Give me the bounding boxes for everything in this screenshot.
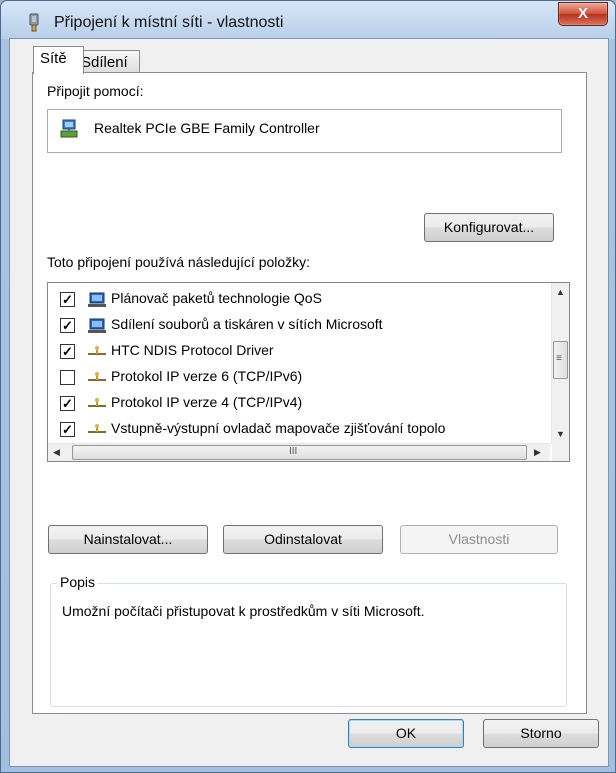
adapter-box: Realtek PCIe GBE Family Controller <box>47 109 562 153</box>
items-section-label: Toto připojení používá následující polož… <box>47 254 311 270</box>
window-title: Připojení k místní síti - vlastnosti <box>54 14 284 31</box>
description-group <box>50 583 567 707</box>
adapter-name: Realtek PCIe GBE Family Controller <box>94 120 320 136</box>
horizontal-scrollbar[interactable]: ◀ III ▶ <box>48 443 550 461</box>
connect-using-label: Připojit pomocí: <box>47 83 144 99</box>
list-item[interactable]: ✓ Protokol IP verze 4 (TCP/IPv4) <box>48 391 538 417</box>
ok-button[interactable]: OK <box>348 719 464 748</box>
component-label: Protokol IP verze 4 (TCP/IPv4) <box>111 394 303 410</box>
component-label: Vstupně-výstupní ovladač mapovače zjišťo… <box>111 420 446 436</box>
list-item[interactable]: ✓ Sdílení souborů a tiskáren v sítích Mi… <box>48 313 538 339</box>
protocol-icon <box>88 398 106 407</box>
protocol-icon <box>88 346 106 355</box>
description-text: Umožní počítači přistupovat k prostředků… <box>62 603 425 619</box>
scroll-up-arrow-icon[interactable]: ▲ <box>556 287 565 297</box>
scrollbar-corner <box>552 444 569 461</box>
title-bar[interactable]: Připojení k místní síti - vlastnosti X <box>1 1 615 39</box>
scroll-left-arrow-icon[interactable]: ◀ <box>53 447 60 458</box>
properties-window: Připojení k místní síti - vlastnosti X S… <box>0 0 616 773</box>
scroll-grip-icon: ≡ <box>556 353 562 364</box>
component-checkbox[interactable]: ✓ <box>60 396 75 411</box>
configure-button[interactable]: Konfigurovat... <box>424 213 554 242</box>
vertical-scroll-thumb[interactable]: ≡ <box>553 341 568 379</box>
close-button[interactable]: X <box>558 2 608 26</box>
properties-button: Vlastnosti <box>400 525 558 554</box>
list-item[interactable]: ✓ HTC NDIS Protocol Driver <box>48 339 538 365</box>
install-button[interactable]: Nainstalovat... <box>48 525 208 554</box>
list-item[interactable]: Protokol IP verze 6 (TCP/IPv6) <box>48 365 538 391</box>
protocol-icon <box>88 372 106 381</box>
network-adapter-icon <box>60 119 78 138</box>
component-checkbox[interactable]: ✓ <box>60 318 75 333</box>
scroll-right-arrow-icon[interactable]: ▶ <box>534 447 541 458</box>
component-checkbox[interactable]: ✓ <box>60 422 75 437</box>
network-adapter-icon <box>29 13 39 32</box>
tab-panel-networking: Připojit pomocí: Realtek PCIe GBE Family… <box>32 72 587 714</box>
scroll-down-arrow-icon[interactable]: ▼ <box>556 429 565 439</box>
list-item[interactable]: ✓ Plánovač paketů technologie QoS <box>48 287 538 313</box>
computer-icon <box>88 292 106 307</box>
component-checkbox[interactable]: ✓ <box>60 292 75 307</box>
component-label: Protokol IP verze 6 (TCP/IPv6) <box>111 368 303 384</box>
component-label: HTC NDIS Protocol Driver <box>111 342 274 358</box>
horizontal-scroll-thumb[interactable]: III <box>72 445 527 460</box>
component-checkbox[interactable] <box>60 370 75 385</box>
dialog-client-area: Sdílení Sítě Připojit pomocí: Realtek PC… <box>9 38 609 767</box>
component-label: Plánovač paketů technologie QoS <box>111 290 322 306</box>
description-title: Popis <box>57 574 99 590</box>
computer-icon <box>88 318 106 333</box>
scroll-grip-icon: III <box>289 446 298 457</box>
uninstall-button[interactable]: Odinstalovat <box>223 525 383 554</box>
component-checkbox[interactable]: ✓ <box>60 344 75 359</box>
vertical-scrollbar[interactable]: ▲ ≡ ▼ <box>551 283 569 444</box>
protocol-icon <box>88 424 106 433</box>
components-list[interactable]: ✓ Plánovač paketů technologie QoS ✓ Sdíl… <box>47 282 570 462</box>
list-item[interactable]: ✓ Vstupně-výstupní ovladač mapovače zjiš… <box>48 417 538 443</box>
component-label: Sdílení souborů a tiskáren v sítích Micr… <box>111 316 383 332</box>
cancel-button[interactable]: Storno <box>483 719 599 748</box>
tab-networking[interactable]: Sítě <box>33 46 84 74</box>
